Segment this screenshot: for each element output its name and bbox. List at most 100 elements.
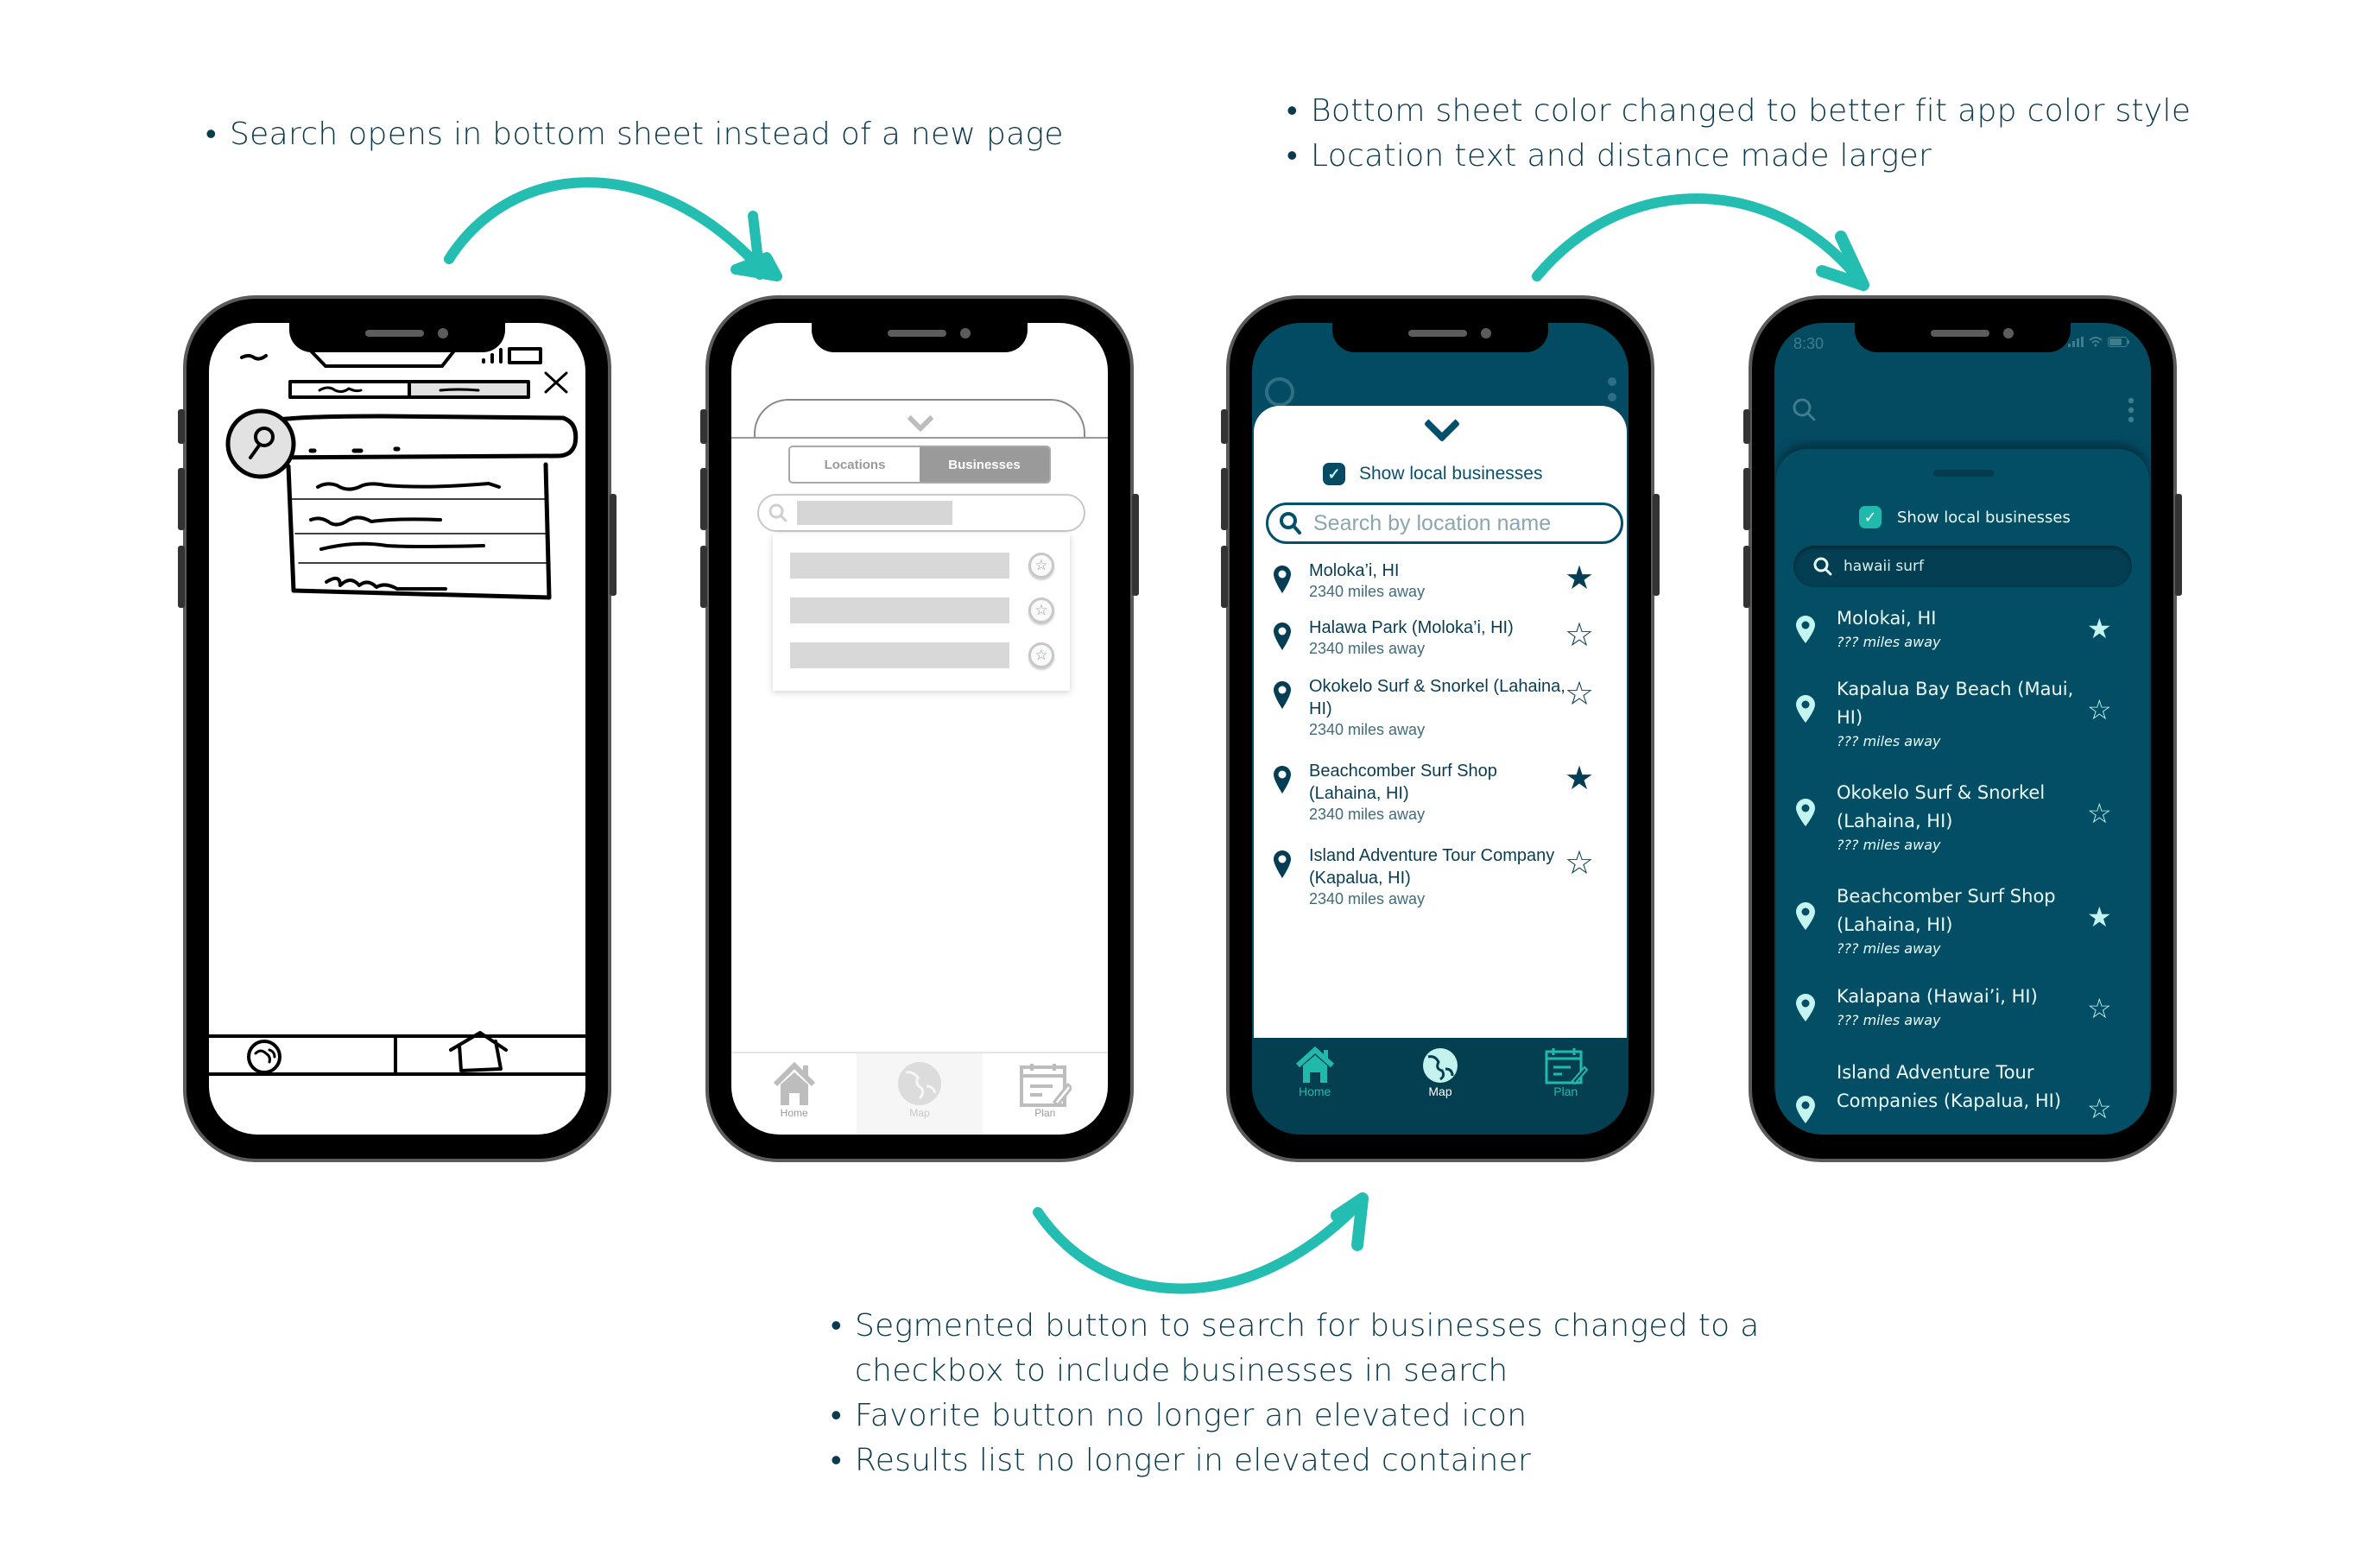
location-pin-icon — [1796, 994, 1815, 1021]
note-item: Location text and distance made larger — [1287, 134, 2191, 179]
tab-home[interactable]: Home — [731, 1053, 857, 1135]
bottom-sheet: ✓ Show local businesses hawaii surf Molo… — [1776, 449, 2149, 1135]
tab-label: Map — [909, 1107, 930, 1119]
more-vertical-icon[interactable] — [1606, 375, 1618, 406]
tab-label: Map — [1428, 1084, 1452, 1098]
screen-hifi-v2: 8:30 ✓ Show local businesses hawaii surf… — [1774, 323, 2151, 1135]
result-distance: 2340 miles away — [1309, 640, 1426, 657]
checkbox-label: Show local businesses — [1359, 464, 1543, 484]
segment-businesses[interactable]: Businesses — [920, 447, 1049, 482]
sketch-close-icon — [544, 371, 568, 394]
home-icon — [773, 1061, 815, 1105]
favorite-star-icon[interactable]: ☆ — [1028, 597, 1054, 623]
favorite-star-filled-icon[interactable]: ★ — [1565, 561, 1594, 594]
favorite-star-outline-icon[interactable]: ☆ — [2087, 995, 2112, 1022]
tab-map[interactable]: Map — [1377, 1038, 1502, 1135]
location-pin-icon — [1274, 766, 1291, 793]
result-distance: 2340 miles away — [1309, 583, 1426, 600]
calendar-edit-icon — [1545, 1048, 1589, 1084]
result-distance: ??? miles away — [1837, 837, 1941, 853]
note-search-bottom-sheet: Search opens in bottom sheet instead of … — [206, 112, 1064, 157]
result-distance: 2340 miles away — [1309, 890, 1426, 907]
tab-bar: Home Map Plan — [731, 1052, 1108, 1135]
tab-plan[interactable]: Plan — [983, 1053, 1108, 1135]
segment-locations[interactable]: Locations — [790, 447, 920, 482]
results-list: ☆ ☆ ☆ — [773, 534, 1070, 691]
result-name: Kalapana (Hawai’i, HI) — [1837, 986, 2038, 1007]
phone-hifi-v1: ✓ Show local businesses Search by locati… — [1221, 295, 1660, 1162]
bottom-sheet: ✓ Show local businesses Search by locati… — [1254, 405, 1627, 1088]
show-local-businesses-checkbox[interactable]: ✓ Show local businesses — [1323, 463, 1542, 485]
search-input[interactable] — [757, 494, 1085, 532]
calendar-edit-icon — [1020, 1064, 1072, 1107]
list-item-placeholder[interactable] — [790, 553, 1009, 579]
tab-plan[interactable]: Plan — [1503, 1038, 1629, 1135]
note-item: Search opens in bottom sheet instead of … — [206, 112, 1064, 157]
segmented-control: Locations Businesses — [788, 446, 1051, 484]
tab-map[interactable]: Map — [857, 1053, 983, 1135]
tab-home[interactable]: Home — [1252, 1038, 1377, 1135]
favorite-star-outline-icon[interactable]: ☆ — [2087, 696, 2112, 724]
location-pin-icon — [1274, 566, 1291, 593]
list-item-placeholder[interactable] — [790, 642, 1009, 668]
result-distance: ??? miles away — [1837, 634, 1941, 650]
note-item: Segmented button to search for businesse… — [831, 1304, 1780, 1394]
result-name: Island Adventure Tour Company (Kapalua, … — [1309, 846, 1555, 888]
sketch-search-bar — [253, 414, 579, 460]
tab-label: Home — [1298, 1084, 1331, 1098]
favorite-star-outline-icon[interactable]: ☆ — [2087, 800, 2112, 827]
note-item: Results list no longer in elevated conta… — [831, 1438, 1780, 1483]
checkbox-label: Show local businesses — [1897, 508, 2071, 527]
result-name: Beachcomber Surf Shop (Lahaina, HI) — [1837, 886, 2056, 935]
location-pin-icon — [1796, 902, 1815, 930]
phone-lofi: Locations Businesses ☆ ☆ ☆ Home Map Plan — [700, 295, 1139, 1162]
result-distance: 2340 miles away — [1309, 721, 1426, 738]
arrow-sketch-to-lofi — [444, 177, 782, 281]
drag-handle[interactable] — [1933, 470, 1994, 477]
screen-lofi: Locations Businesses ☆ ☆ ☆ Home Map Plan — [731, 323, 1108, 1135]
search-icon — [768, 503, 787, 522]
favorite-star-filled-icon[interactable]: ★ — [2087, 903, 2112, 931]
tab-label: Home — [780, 1107, 808, 1119]
result-name: Okokelo Surf & Snorkel (Lahaina, HI) — [1837, 782, 2046, 831]
favorite-star-outline-icon[interactable]: ☆ — [1565, 618, 1594, 651]
search-icon[interactable] — [1792, 397, 1818, 423]
favorite-star-icon[interactable]: ☆ — [1028, 553, 1054, 579]
note-item: Bottom sheet color changed to better fit… — [1287, 89, 2191, 134]
arrow-lofi-to-hifi — [1033, 1192, 1369, 1294]
checkbox-checked-icon[interactable]: ✓ — [1859, 506, 1882, 528]
battery-icon — [2108, 337, 2129, 347]
favorite-star-icon[interactable]: ☆ — [1028, 642, 1054, 668]
search-input[interactable]: hawaii surf — [1793, 546, 2132, 587]
favorite-star-filled-icon[interactable]: ★ — [1565, 762, 1594, 794]
tab-bar: Home Map Plan — [1252, 1038, 1629, 1135]
checkbox-checked-icon[interactable]: ✓ — [1323, 463, 1345, 485]
list-item-placeholder[interactable] — [790, 597, 1009, 623]
result-name: Beachcomber Surf Shop (Lahaina, HI) — [1309, 762, 1497, 803]
wifi-icon — [2089, 337, 2103, 347]
note-color-and-text-changes: Bottom sheet color changed to better fit… — [1287, 89, 2191, 179]
signal-icon — [2068, 337, 2084, 347]
favorite-star-outline-icon[interactable]: ☆ — [2087, 1095, 2112, 1122]
favorite-star-outline-icon[interactable]: ☆ — [1565, 677, 1594, 710]
favorite-star-filled-icon[interactable]: ★ — [2087, 615, 2112, 642]
note-checkbox-and-list-changes: Segmented button to search for businesse… — [831, 1304, 1780, 1483]
more-vertical-icon[interactable] — [2127, 397, 2135, 423]
result-name: Halawa Park (Moloka’i, HI) — [1309, 618, 1514, 637]
tab-label: Plan — [1553, 1084, 1578, 1098]
result-distance: ??? miles away — [1837, 940, 1941, 957]
location-pin-icon — [1796, 799, 1815, 826]
sketch-battery-icon — [508, 347, 542, 364]
screen-hifi-v1: ✓ Show local businesses Search by locati… — [1252, 323, 1629, 1135]
sketch-time — [240, 354, 268, 361]
result-distance: ??? miles away — [1837, 733, 1941, 749]
note-item: Favorite button no longer an elevated ic… — [831, 1394, 1780, 1438]
location-pin-icon — [1274, 850, 1291, 878]
favorite-star-outline-icon[interactable]: ☆ — [1565, 846, 1594, 879]
location-pin-icon — [1796, 616, 1815, 643]
arrow-hifi-v1-to-v2 — [1532, 193, 1869, 291]
sketch-drawing — [209, 340, 585, 1076]
search-input[interactable]: Search by location name — [1266, 503, 1623, 544]
show-local-businesses-checkbox[interactable]: ✓ Show local businesses — [1859, 506, 2071, 528]
chevron-down-icon[interactable] — [1423, 405, 1461, 443]
